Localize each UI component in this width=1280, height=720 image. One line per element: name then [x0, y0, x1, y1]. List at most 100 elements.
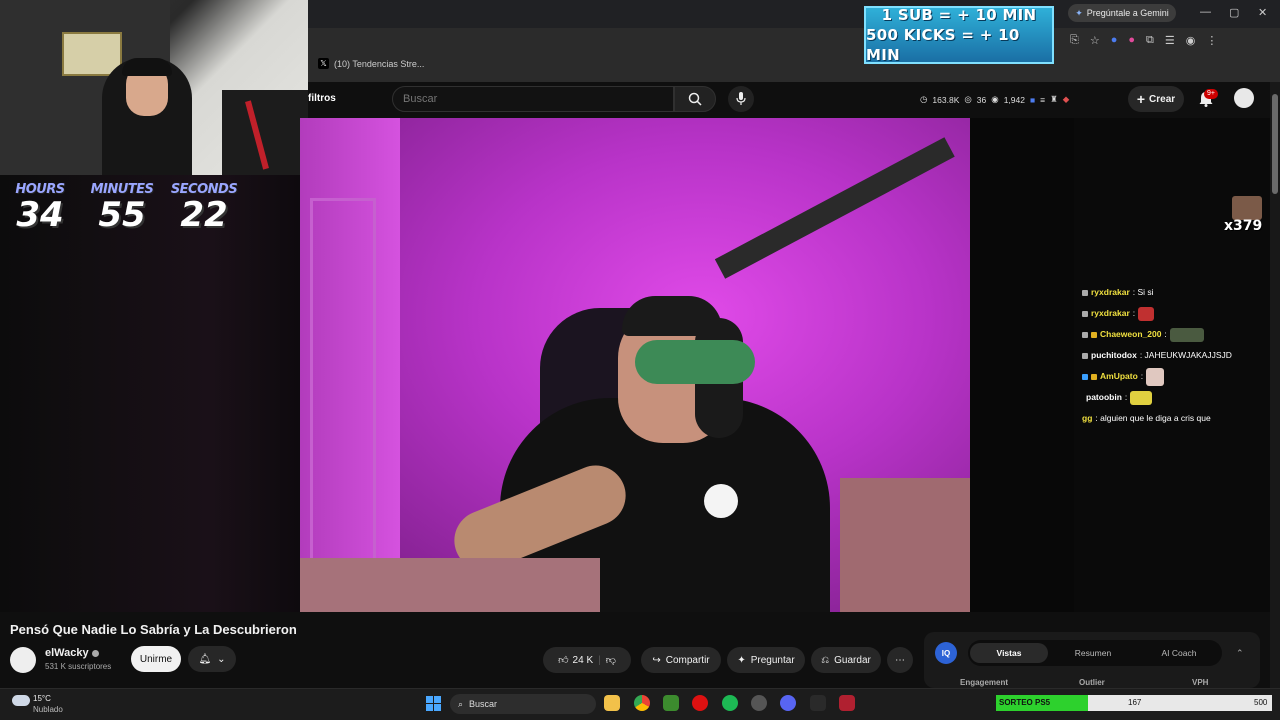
app-icon[interactable]: [839, 695, 855, 711]
sorteo-label: SORTEO PS5: [999, 698, 1051, 707]
chat-text: :: [1140, 371, 1144, 381]
app-icon[interactable]: [751, 695, 767, 711]
verified-icon: [91, 649, 99, 657]
badge-icon: [1082, 310, 1088, 317]
embedded-video-frame[interactable]: [300, 118, 970, 612]
video-title: Pensó Que Nadie Lo Sabría y La Descubrie…: [10, 622, 297, 637]
list-icon[interactable]: ≡: [1040, 95, 1045, 105]
like-dislike-group: 👍︎ 24 K | 👎︎: [543, 647, 631, 673]
weather-description[interactable]: Nublado: [33, 705, 63, 714]
emote-icon: [1130, 390, 1153, 405]
emote-icon: [1169, 327, 1204, 342]
reading-list-icon[interactable]: ☰: [1165, 34, 1175, 47]
thumbs-down-icon: 👎︎: [605, 655, 616, 666]
chrome-icon[interactable]: [634, 695, 650, 711]
timer-minutes: MINUTES 55: [91, 182, 154, 235]
gemini-button[interactable]: ✦ Pregúntale a Gemini: [1068, 4, 1176, 22]
extensions-puzzle-icon[interactable]: ⧉: [1146, 34, 1154, 47]
share-label: Compartir: [665, 654, 710, 666]
alert-icon[interactable]: ◆: [1063, 94, 1070, 105]
sorteo-max: 500: [1254, 698, 1268, 707]
extension-pink-icon[interactable]: ●: [1128, 34, 1135, 47]
thumbs-up-icon: 👍︎: [558, 655, 569, 666]
extension-blue-icon[interactable]: ●: [1111, 34, 1118, 47]
bookmark-star-icon[interactable]: ☆: [1090, 34, 1100, 47]
vph-label: VPH: [1192, 678, 1209, 687]
engagement-label: Engagement: [960, 678, 1009, 687]
profile-icon[interactable]: ◉: [1186, 34, 1196, 47]
join-button[interactable]: Unirme: [131, 646, 181, 672]
sorteo-current: 167: [1128, 698, 1142, 707]
bell-icon: 🔔︎: [198, 653, 212, 665]
file-explorer-icon[interactable]: [604, 695, 620, 711]
browser-tab[interactable]: 𝕏 (10) Tendencias Stre...: [318, 58, 424, 69]
cloud-icon[interactable]: [12, 695, 30, 706]
chat-text: : Si si: [1132, 287, 1154, 297]
channel-name[interactable]: elWacky: [45, 647, 99, 659]
chat-username: patoobin: [1086, 392, 1122, 402]
chat-text: :: [1164, 329, 1167, 339]
app-icon[interactable]: [810, 695, 826, 711]
like-button[interactable]: 👍︎ 24 K: [558, 654, 593, 667]
ask-button[interactable]: ✦ Preguntar: [727, 647, 805, 673]
gemini-icon: ✦: [1075, 7, 1083, 18]
chevron-up-icon[interactable]: ⌃: [1236, 648, 1244, 659]
extension-icons: ⎘ ☆ ● ● ⧉ ☰ ◉ ⋮: [1070, 34, 1217, 47]
webcam-overlay: [0, 0, 308, 175]
weather-temperature[interactable]: 15°C: [33, 694, 51, 703]
share-icon: ↪: [652, 654, 661, 666]
youtube-search-input[interactable]: [401, 92, 665, 106]
gemini-label: Pregúntale a Gemini: [1086, 8, 1169, 18]
opera-icon[interactable]: [692, 695, 708, 711]
dislike-button[interactable]: 👎︎: [606, 654, 616, 666]
channel-avatar[interactable]: [10, 647, 36, 673]
more-actions-button[interactable]: ⋯: [887, 647, 913, 673]
minutes-value: 55: [98, 195, 146, 235]
scrollbar-thumb[interactable]: [1272, 94, 1278, 194]
share-button[interactable]: ↪ Compartir: [641, 647, 721, 673]
extension-stats: ◷ 163.8K ◎ 36 ◉ 1,942 ■ ≡ ♜ ◆: [920, 94, 1069, 105]
extension-icon[interactable]: ■: [1030, 95, 1035, 105]
subscription-bell-button[interactable]: 🔔︎ ⌄: [188, 646, 236, 672]
filters-label[interactable]: filtros: [308, 93, 336, 104]
account-avatar[interactable]: [1234, 88, 1254, 108]
browser-menu-icon[interactable]: ⋮: [1206, 34, 1217, 47]
voice-search-button[interactable]: [728, 86, 754, 112]
timer-seconds: SECONDS 22: [171, 182, 238, 233]
create-button[interactable]: + Crear: [1128, 86, 1184, 112]
stat-3: 1,942: [1003, 94, 1025, 105]
chat-message: patoobin :: [1082, 387, 1268, 408]
chat-text: :: [1124, 392, 1128, 402]
chat-message: puchitodox : JAHEUKWJAKAJJSJD: [1082, 345, 1268, 366]
minecraft-icon[interactable]: [663, 695, 679, 711]
emote-icon: [1146, 367, 1165, 386]
chat-text: :: [1132, 308, 1136, 318]
taskbar-search-label: Buscar: [469, 699, 498, 709]
plus-icon: +: [1136, 91, 1146, 107]
discord-icon[interactable]: [780, 695, 796, 711]
chat-username: ryxdrakar: [1091, 287, 1130, 297]
chat-message: ryxdrakar : Si si: [1082, 282, 1268, 303]
maximize-button[interactable]: ▢: [1229, 6, 1239, 19]
search-icon: ⌕: [458, 698, 464, 709]
microphone-icon: [736, 92, 746, 105]
tab-vistas[interactable]: Vistas: [970, 643, 1048, 663]
taskbar-search[interactable]: ⌕ Buscar: [450, 694, 596, 714]
hours-value: 34: [16, 195, 64, 235]
close-window-button[interactable]: ✕: [1258, 6, 1267, 19]
clock-icon: ◷: [920, 94, 928, 104]
tab-resumen[interactable]: Resumen: [1054, 643, 1132, 663]
minimize-button[interactable]: —: [1200, 6, 1211, 18]
tab-ai-coach[interactable]: AI Coach: [1140, 643, 1218, 663]
save-button[interactable]: ⎌ Guardar: [811, 647, 881, 673]
more-icon: ⋯: [895, 654, 905, 666]
trophy-icon[interactable]: ♜: [1050, 94, 1058, 105]
spotify-icon[interactable]: [722, 695, 738, 711]
chat-message: Chaeweon_200 :: [1082, 324, 1268, 345]
chat-username: gg: [1082, 413, 1093, 423]
stream-left-background: [0, 175, 300, 612]
windows-start-icon[interactable]: [426, 696, 441, 711]
search-button[interactable]: [674, 86, 716, 112]
install-icon[interactable]: ⎘: [1070, 34, 1079, 47]
youtube-search-box[interactable]: [392, 86, 674, 112]
